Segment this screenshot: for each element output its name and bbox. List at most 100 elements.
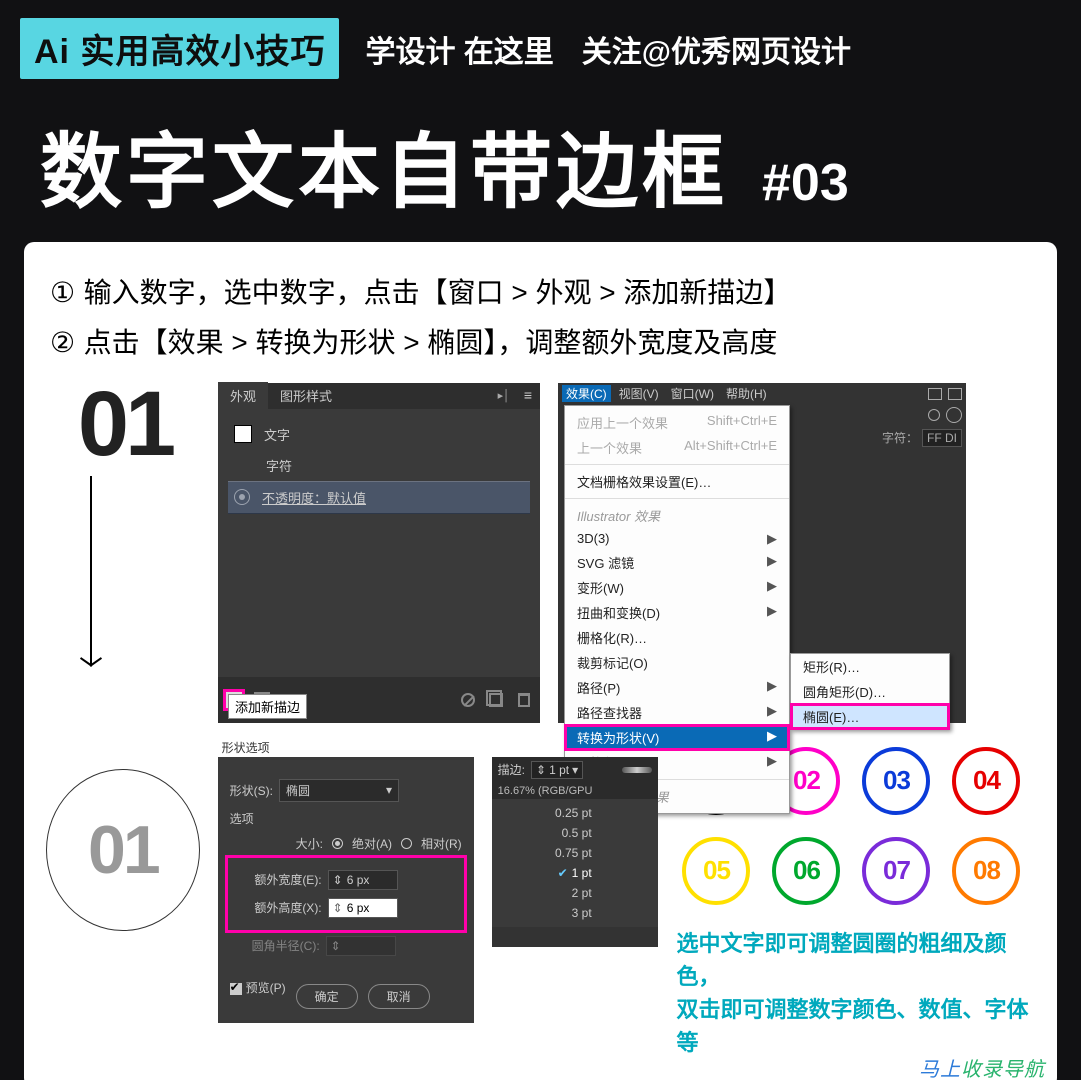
menu-window[interactable]: 窗口(W) [667,385,718,402]
big-number-col: 01 [50,383,200,723]
appearance-row-char[interactable]: 字符 [228,450,530,481]
extra-height-input[interactable]: ⇕6 px [328,898,398,918]
duplicate-button[interactable] [486,690,506,710]
sub-round-rect[interactable]: 圆角矩形(D)… [791,679,949,704]
dialog-wrap: 形状选项 形状(S): 椭圆▾ 选项 大小: 绝对(A) 相对(R) 额外宽度 [218,757,474,1023]
page-number: #03 [762,153,849,213]
example-circle: 03 [862,747,930,815]
dd-path[interactable]: 路径(P)▶ [565,675,789,700]
extra-size-highlight: 额外宽度(E): ⇕6 px 额外高度(X): ⇕6 px [230,860,462,928]
dd-illu-head: Illustrator 效果 [565,503,789,528]
pt-opt-selected[interactable]: ✔1 pt [492,863,612,883]
example-circle: 04 [952,747,1020,815]
example-circle: 05 [682,837,750,905]
shape-combo[interactable]: 椭圆▾ [279,779,399,802]
title-row: 数字文本自带边框 #03 [0,87,1081,242]
tagline-2: 关注@优秀网页设计 [582,27,851,71]
extra-height-label: 额外高度(X): [232,899,322,916]
dd-3d[interactable]: 3D(3)▶ [565,528,789,550]
layout-icon[interactable] [928,388,942,400]
globe-icon[interactable] [946,407,962,423]
page-title: 数字文本自带边框 [40,105,728,224]
extra-width-input[interactable]: ⇕6 px [328,870,398,890]
step1-text: 输入数字，选中数字，点击【窗口 > 外观 > 添加新描边】 [84,277,792,308]
layout-icon-2[interactable] [948,388,962,400]
delete-button[interactable] [514,690,534,710]
step2-num: ② [50,318,84,368]
chevron-down-icon: ▾ [572,763,578,777]
pt-opt[interactable]: 2 pt [492,883,612,903]
preview-label: 预览(P) [246,981,286,995]
dd-warp[interactable]: 变形(W)▶ [565,575,789,600]
sub-ellipse[interactable]: 椭圆(E)… [791,704,949,729]
appearance-row-opacity[interactable]: 不透明度：默认值 [228,481,530,514]
dd-last[interactable]: 上一个效果Alt+Shift+Ctrl+E [565,435,789,460]
dd-convert-shape[interactable]: 转换为形状(V)▶ [565,725,789,750]
tab-graphic-styles[interactable]: 图形样式 [268,382,344,409]
corner-label: 圆角半径(C): [230,937,320,954]
toolbar-under: 字符： FF DI [882,407,962,447]
radio-absolute[interactable] [332,838,343,849]
preview-checkbox[interactable] [230,983,242,995]
pt-opt[interactable]: 0.5 pt [492,823,612,843]
watermark-a: 马上 [919,1059,961,1080]
dd-crop[interactable]: 裁剪标记(O) [565,650,789,675]
sample-circle-01: 01 [46,769,200,931]
check-icon: ✔ [558,866,568,880]
example-circle: 06 [772,837,840,905]
big-number-01: 01 [78,383,172,466]
appearance-row-type[interactable]: 文字 [228,419,530,450]
extra-width-label: 额外宽度(E): [232,871,322,888]
search-icon[interactable] [928,409,940,421]
effect-dropdown: 应用上一个效果Shift+Ctrl+E 上一个效果Alt+Shift+Ctrl+… [564,405,790,814]
clear-button[interactable] [458,690,478,710]
arrow-down-icon [90,476,92,666]
stroke-weight-input[interactable]: ⇕1 pt▾ [531,761,583,779]
example-circle: 07 [862,837,930,905]
dd-distort[interactable]: 扭曲和变换(D)▶ [565,600,789,625]
sub-rect[interactable]: 矩形(R)… [791,654,949,679]
dd-rasterize[interactable]: 栅格化(R)… [565,625,789,650]
pt-opt[interactable]: 3 pt [492,903,612,923]
cancel-button[interactable]: 取消 [368,984,430,1009]
panel-menu-icon[interactable]: ≡ [524,387,532,403]
dd-doc-raster[interactable]: 文档栅格效果设置(E)… [565,469,789,494]
radio-absolute-label: 绝对(A) [352,835,392,852]
example-circle: 08 [952,837,1020,905]
caption-line1: 选中文字即可调整圆圈的粗细及颜色， [676,927,1031,993]
tab-appearance[interactable]: 外观 [218,382,268,409]
appearance-panel: 外观 图形样式 ▸│ ≡ 文字 字符 不透明度：默认值 [218,383,540,723]
radio-relative[interactable] [401,838,412,849]
ok-button[interactable]: 确定 [296,984,358,1009]
font-picker[interactable]: FF DI [922,429,962,447]
chevron-down-icon: ▾ [386,783,392,797]
row-2: 01 形状选项 形状(S): 椭圆▾ 选项 大小: 绝对(A) 相对(R) [50,739,1031,1059]
caption: 选中文字即可调整圆圈的粗细及颜色， 双击即可调整数字颜色、数值、字体等 [676,927,1031,1059]
menu-effect[interactable]: 效果(C) [562,385,611,402]
menu-view[interactable]: 视图(V) [615,385,663,402]
panel-tabs: 外观 图形样式 [218,383,540,409]
font-label: 字符： [882,429,918,446]
row-1: 01 外观 图形样式 ▸│ ≡ 文字 字符 不透明度：默认值 [50,383,1031,723]
dd-pathfinder[interactable]: 路径查找器▶ [565,700,789,725]
collapse-icon[interactable]: ▸│ [498,389,510,402]
step1-num: ① [50,268,84,318]
steps: ①输入数字，选中数字，点击【窗口 > 外观 > 添加新描边】 ②点击【效果 > … [50,268,1031,369]
header-taglines: 学设计 在这里 关注@优秀网页设计 [365,27,851,71]
dd-svg[interactable]: SVG 滤镜▶ [565,550,789,575]
radio-relative-label: 相对(R) [421,835,462,852]
fill-swatch-icon[interactable] [234,425,252,443]
stroke-weight-dropdown: 描边: ⇕1 pt▾ 16.67% (RGB/GPU 0.25 pt 0.5 p… [492,757,659,947]
visibility-eye-icon[interactable] [234,489,250,505]
zoom-level: 16.67% (RGB/GPU [492,783,659,799]
dd-apply-last[interactable]: 应用上一个效果Shift+Ctrl+E [565,410,789,435]
options-label: 选项 [230,810,462,827]
stroke-profile-icon[interactable] [622,767,652,773]
pt-opt[interactable]: 0.75 pt [492,843,612,863]
watermark: 马上收录导航 [919,1053,1045,1080]
pt-opt[interactable]: 0.25 pt [492,803,612,823]
watermark-b: 收录导航 [961,1059,1045,1080]
size-label: 大小: [296,835,323,852]
menu-help[interactable]: 帮助(H) [722,385,771,402]
sample-circle-text: 01 [88,811,158,889]
